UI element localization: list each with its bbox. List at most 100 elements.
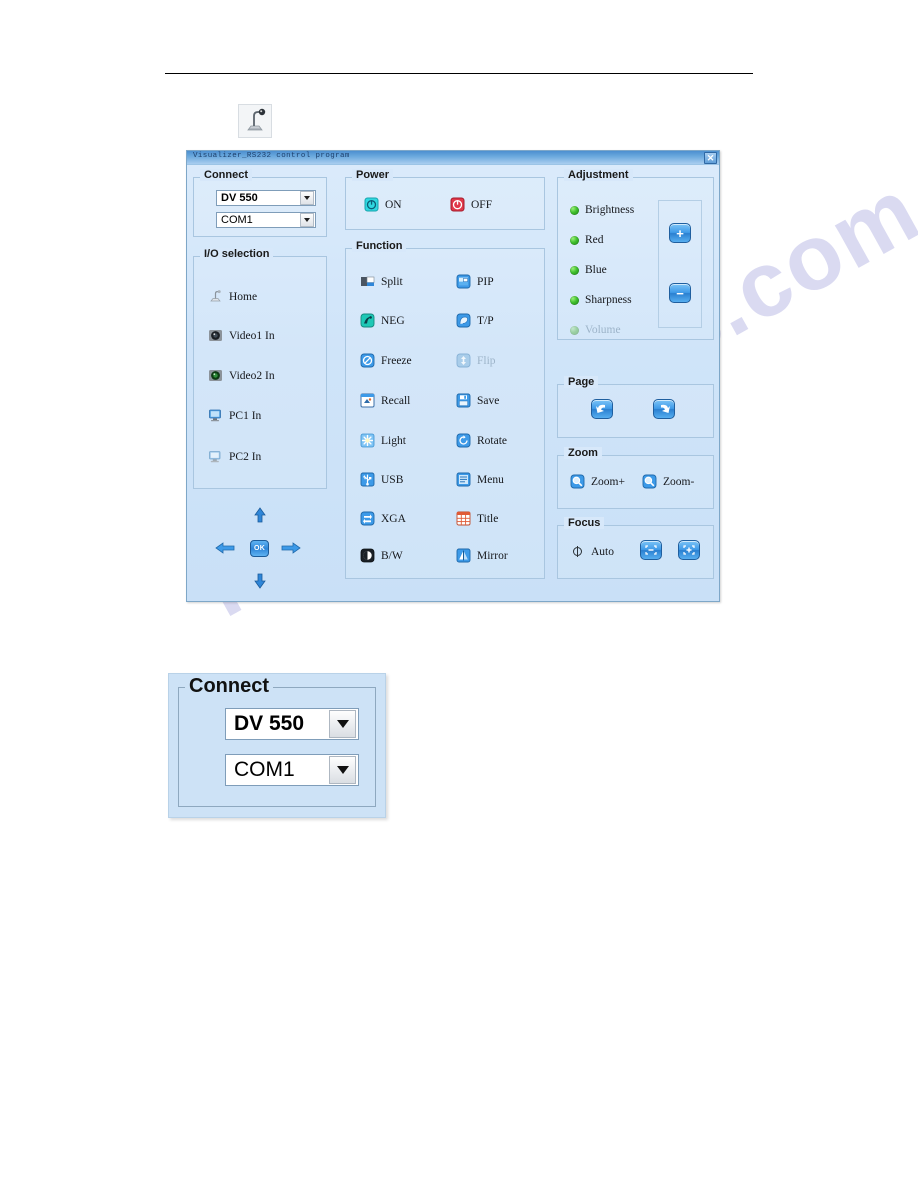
sidebar-item-video1-in[interactable]: Video1 In: [208, 328, 275, 343]
function-light-button[interactable]: Light: [360, 433, 406, 448]
adjustment-item-sharpness[interactable]: Sharpness: [570, 294, 632, 306]
light-bulb-icon: [360, 433, 375, 448]
up-arrow-button[interactable]: [251, 507, 269, 523]
model-select[interactable]: DV 550: [216, 190, 316, 206]
function-label: Title: [477, 512, 499, 525]
video-camera-icon: [208, 368, 223, 383]
function-neg-button[interactable]: NEG: [360, 313, 405, 328]
sidebar-item-label: Video2 In: [229, 369, 275, 382]
save-floppy-icon: [456, 393, 471, 408]
function-pip-button[interactable]: PIP: [456, 274, 494, 289]
sidebar-item-video2-in[interactable]: Video2 In: [208, 368, 275, 383]
power-on-icon: [364, 197, 379, 212]
mirror-icon: [456, 548, 471, 563]
adjustment-increase-button[interactable]: +: [669, 223, 691, 243]
adjustment-label: Brightness: [585, 204, 635, 216]
function-title-button[interactable]: Title: [456, 511, 498, 526]
detail-model-select[interactable]: DV 550: [225, 708, 359, 740]
chevron-down-icon[interactable]: [329, 756, 356, 784]
negative-icon: [360, 313, 375, 328]
port-select-value: COM1: [221, 214, 253, 226]
chevron-down-icon[interactable]: [329, 710, 356, 738]
status-led-icon: [570, 325, 579, 335]
detail-port-select[interactable]: COM1: [225, 754, 359, 786]
sidebar-item-pc2-in[interactable]: PC2 In: [208, 449, 261, 464]
pip-icon: [456, 274, 471, 289]
adjustment-group: Adjustment Brightness Red Blue Sharpness…: [557, 169, 714, 340]
chevron-down-icon[interactable]: [300, 191, 314, 205]
document-page: manualshive.com Visualizer_RS232 control…: [0, 0, 918, 1188]
function-save-button[interactable]: Save: [456, 393, 499, 408]
adjustment-label: Red: [585, 234, 604, 246]
function-label: B/W: [381, 549, 403, 562]
page-forward-arrow-icon: [661, 404, 670, 413]
power-off-button[interactable]: OFF: [450, 197, 492, 212]
sidebar-item-pc1-in[interactable]: PC1 In: [208, 408, 261, 423]
power-legend: Power: [352, 169, 394, 181]
monitor-icon: [208, 449, 223, 464]
down-arrow-button[interactable]: [251, 573, 269, 589]
adjustment-item-brightness[interactable]: Brightness: [570, 204, 634, 216]
zoom-out-button[interactable]: Zoom-: [642, 474, 694, 489]
zoom-in-button[interactable]: Zoom+: [570, 474, 625, 489]
monitor-icon: [208, 408, 223, 423]
focus-near-button[interactable]: [640, 540, 662, 560]
function-label: USB: [381, 473, 404, 486]
zoom-legend: Zoom: [564, 447, 602, 459]
connect-legend: Connect: [200, 169, 252, 181]
video-camera-icon: [208, 328, 223, 343]
left-arrow-button[interactable]: [215, 541, 235, 555]
freeze-icon: [360, 353, 375, 368]
status-led-icon: [570, 265, 579, 275]
visualizer-device-icon: [238, 104, 272, 138]
io-selection-group: I/O selection Home Video1 In Video2 In P…: [193, 248, 327, 489]
close-icon[interactable]: ✕: [704, 152, 717, 164]
focus-auto-label: Auto: [591, 545, 614, 558]
adjustment-item-volume: Volume: [570, 324, 621, 336]
connect-detail-panel: Connect DV 550 COM1: [168, 673, 386, 818]
function-mirror-button[interactable]: Mirror: [456, 548, 508, 563]
split-screen-icon: [360, 274, 375, 289]
focus-legend: Focus: [564, 517, 605, 529]
function-recall-button[interactable]: Recall: [360, 393, 410, 408]
page-previous-button[interactable]: [591, 399, 613, 419]
rotate-icon: [456, 433, 471, 448]
connect-detail-group: Connect DV 550 COM1: [178, 675, 376, 807]
function-tp-button[interactable]: T/P: [456, 313, 494, 328]
sidebar-item-label: Home: [229, 290, 258, 303]
title-grid-icon: [456, 511, 471, 526]
function-label: PIP: [477, 275, 494, 288]
right-arrow-button[interactable]: [281, 541, 301, 555]
focus-auto-button[interactable]: Auto: [570, 544, 614, 559]
window-titlebar: Visualizer_RS232 control program ✕: [187, 151, 719, 165]
function-menu-button[interactable]: Menu: [456, 472, 504, 487]
focus-far-button[interactable]: [678, 540, 700, 560]
adjustment-item-red[interactable]: Red: [570, 234, 604, 246]
plus-icon: +: [676, 225, 684, 241]
adjustment-stepper-box: + −: [658, 200, 702, 328]
sidebar-item-label: Video1 In: [229, 329, 275, 342]
function-usb-button[interactable]: USB: [360, 472, 403, 487]
page-next-button[interactable]: [653, 399, 675, 419]
adjustment-legend: Adjustment: [564, 169, 633, 181]
function-flip-button: Flip: [456, 353, 496, 368]
function-split-button[interactable]: Split: [360, 274, 403, 289]
ok-button[interactable]: OK: [250, 540, 269, 557]
page-header-rule: [165, 73, 753, 74]
function-freeze-button[interactable]: Freeze: [360, 353, 412, 368]
function-label: Light: [381, 434, 406, 447]
adjustment-item-blue[interactable]: Blue: [570, 264, 607, 276]
function-xga-button[interactable]: XGA: [360, 511, 406, 526]
function-label: Mirror: [477, 549, 508, 562]
function-label: XGA: [381, 512, 406, 525]
function-rotate-button[interactable]: Rotate: [456, 433, 507, 448]
power-on-button[interactable]: ON: [364, 197, 402, 212]
menu-icon: [456, 472, 471, 487]
sidebar-item-home[interactable]: Home: [208, 289, 257, 304]
function-bw-button[interactable]: B/W: [360, 548, 403, 563]
detail-port-value: COM1: [234, 758, 295, 781]
chevron-down-icon[interactable]: [300, 213, 314, 227]
adjustment-decrease-button[interactable]: −: [669, 283, 691, 303]
function-label: Rotate: [477, 434, 508, 447]
port-select[interactable]: COM1: [216, 212, 316, 228]
